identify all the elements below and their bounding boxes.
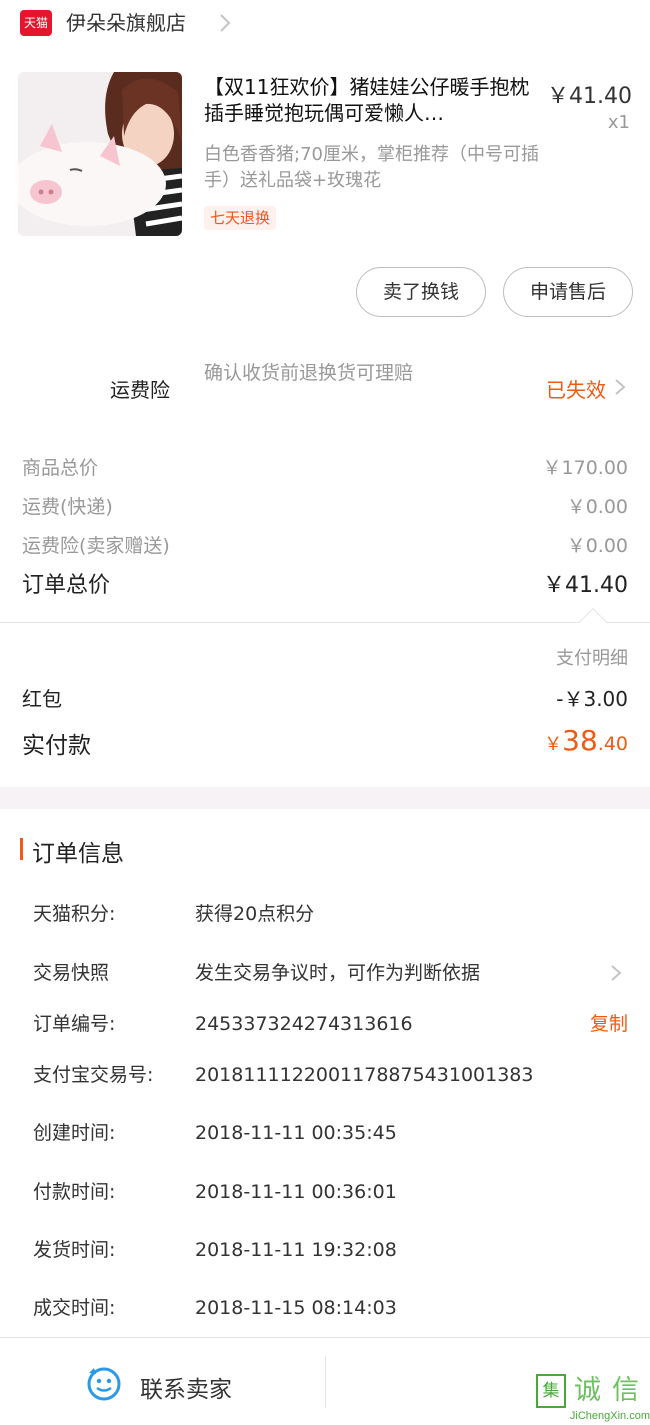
info-value: 2018-11-11 00:36:01	[195, 1181, 397, 1203]
order-total-row: 订单总价 ￥41.40	[22, 572, 628, 600]
info-key: 发货时间:	[33, 1239, 116, 1261]
red-packet-label: 红包	[22, 687, 62, 711]
caret-up-icon	[578, 607, 608, 637]
watermark-url: JiChengXin.com	[569, 1410, 650, 1422]
chevron-right-icon[interactable]	[612, 374, 628, 400]
insurance-status: 已失效	[546, 378, 606, 402]
product-photo-icon	[18, 72, 182, 236]
info-row-order-number: 订单编号: 245337324274313616 复制	[0, 1009, 650, 1039]
info-key: 付款时间:	[33, 1181, 116, 1203]
product-item[interactable]: 【双11狂欢价】猪娃娃公仔暖手抱枕插手睡觉抱玩偶可爱懒人… ￥41.40 x1 …	[0, 66, 650, 246]
info-row-shipped: 发货时间: 2018-11-11 19:32:08	[0, 1235, 650, 1265]
actual-payment-label: 实付款	[22, 733, 91, 759]
red-packet-row: 红包 -￥3.00	[22, 683, 628, 711]
info-key: 天猫积分:	[33, 903, 116, 925]
tmall-logo-icon: 天猫	[20, 10, 52, 36]
info-value: 245337324274313616	[195, 1013, 413, 1035]
info-row-created: 创建时间: 2018-11-11 00:35:45	[0, 1118, 650, 1148]
apply-aftersale-button[interactable]: 申请售后	[503, 267, 633, 317]
product-price: ￥41.40	[547, 84, 632, 109]
order-total-value: ￥41.40	[543, 573, 628, 598]
info-value: 2018-11-11 19:32:08	[195, 1239, 397, 1261]
order-info-title: 订单信息	[32, 841, 124, 867]
summary-value: ￥0.00	[566, 496, 628, 518]
currency-symbol: ￥	[544, 734, 563, 755]
watermark-logo: 集 诚 信 JiChengXin.com	[528, 1370, 650, 1425]
summary-row: 商品总价 ￥170.00	[22, 454, 628, 482]
watermark-char: 诚	[574, 1375, 601, 1406]
store-header[interactable]: 天猫 伊朵朵旗舰店	[0, 0, 650, 48]
info-row-paid: 付款时间: 2018-11-11 00:36:01	[0, 1177, 650, 1207]
info-value: 2018-11-15 08:14:03	[195, 1297, 397, 1319]
divider	[0, 622, 650, 623]
info-value: 发生交易争议时，可作为判断依据	[195, 962, 481, 984]
actual-payment-row: 实付款 ￥38.40	[22, 724, 628, 760]
insurance-description: 确认收货前退换货可理赔	[204, 362, 414, 384]
product-image[interactable]	[18, 72, 182, 236]
store-name[interactable]: 伊朵朵旗舰店	[66, 10, 186, 36]
info-row-completed: 成交时间: 2018-11-15 08:14:03	[0, 1293, 650, 1323]
chevron-right-icon[interactable]	[215, 10, 235, 36]
shipping-insurance-row[interactable]: 运费险 确认收货前退换货可理赔 已失效	[0, 344, 650, 428]
info-key: 支付宝交易号:	[33, 1064, 154, 1086]
order-actions: 卖了换钱 申请售后	[0, 267, 650, 317]
product-quantity: x1	[607, 112, 630, 133]
summary-row: 运费险(卖家赠送) ￥0.00	[22, 532, 628, 560]
amount-integer: 38	[562, 724, 598, 757]
watermark-box-char: 集	[536, 1374, 566, 1408]
red-packet-value: -￥3.00	[556, 687, 628, 711]
product-title[interactable]: 【双11狂欢价】猪娃娃公仔暖手抱枕插手睡觉抱玩偶可爱懒人…	[204, 74, 539, 126]
info-row-snapshot[interactable]: 交易快照 发生交易争议时，可作为判断依据	[0, 958, 650, 988]
sell-for-cash-button[interactable]: 卖了换钱	[356, 267, 486, 317]
contact-seller-label: 联系卖家	[140, 1377, 232, 1403]
info-row-points: 天猫积分: 获得20点积分	[0, 899, 650, 929]
order-info-header: 订单信息	[0, 830, 650, 870]
info-row-alipay-number: 支付宝交易号: 2018111122001178875431001383	[0, 1060, 650, 1090]
watermark-char: 信	[612, 1375, 639, 1406]
info-key: 交易快照	[33, 962, 110, 984]
info-key: 订单编号:	[33, 1013, 116, 1035]
info-value: 获得20点积分	[195, 903, 315, 925]
summary-label: 运费险(卖家赠送)	[22, 535, 170, 557]
insurance-label: 运费险	[110, 378, 170, 402]
summary-value: ￥170.00	[542, 457, 628, 479]
section-accent-bar	[20, 838, 23, 860]
copy-order-number-button[interactable]: 复制	[590, 1009, 628, 1039]
info-key: 创建时间:	[33, 1122, 116, 1144]
summary-label: 商品总价	[22, 457, 99, 479]
payment-detail-label: 支付明细	[556, 648, 628, 669]
divider	[325, 1356, 326, 1408]
info-key: 成交时间:	[33, 1297, 116, 1319]
return-policy-badge: 七天退换	[204, 206, 277, 230]
chat-bubble-icon	[87, 1367, 121, 1401]
summary-label: 运费(快递)	[22, 496, 113, 518]
summary-row: 运费(快递) ￥0.00	[22, 493, 628, 521]
product-sku: 白色香香猪;70厘米，掌柜推荐（中号可插手）送礼品袋+玫瑰花	[204, 144, 539, 191]
order-total-label: 订单总价	[22, 573, 111, 598]
amount-decimal: .40	[597, 733, 628, 755]
section-gap	[0, 787, 650, 809]
actual-payment-value: ￥38.40	[544, 724, 628, 757]
info-value: 2018111122001178875431001383	[195, 1064, 534, 1086]
summary-value: ￥0.00	[566, 535, 628, 557]
info-value: 2018-11-11 00:35:45	[195, 1122, 397, 1144]
chevron-right-icon[interactable]	[608, 960, 624, 986]
